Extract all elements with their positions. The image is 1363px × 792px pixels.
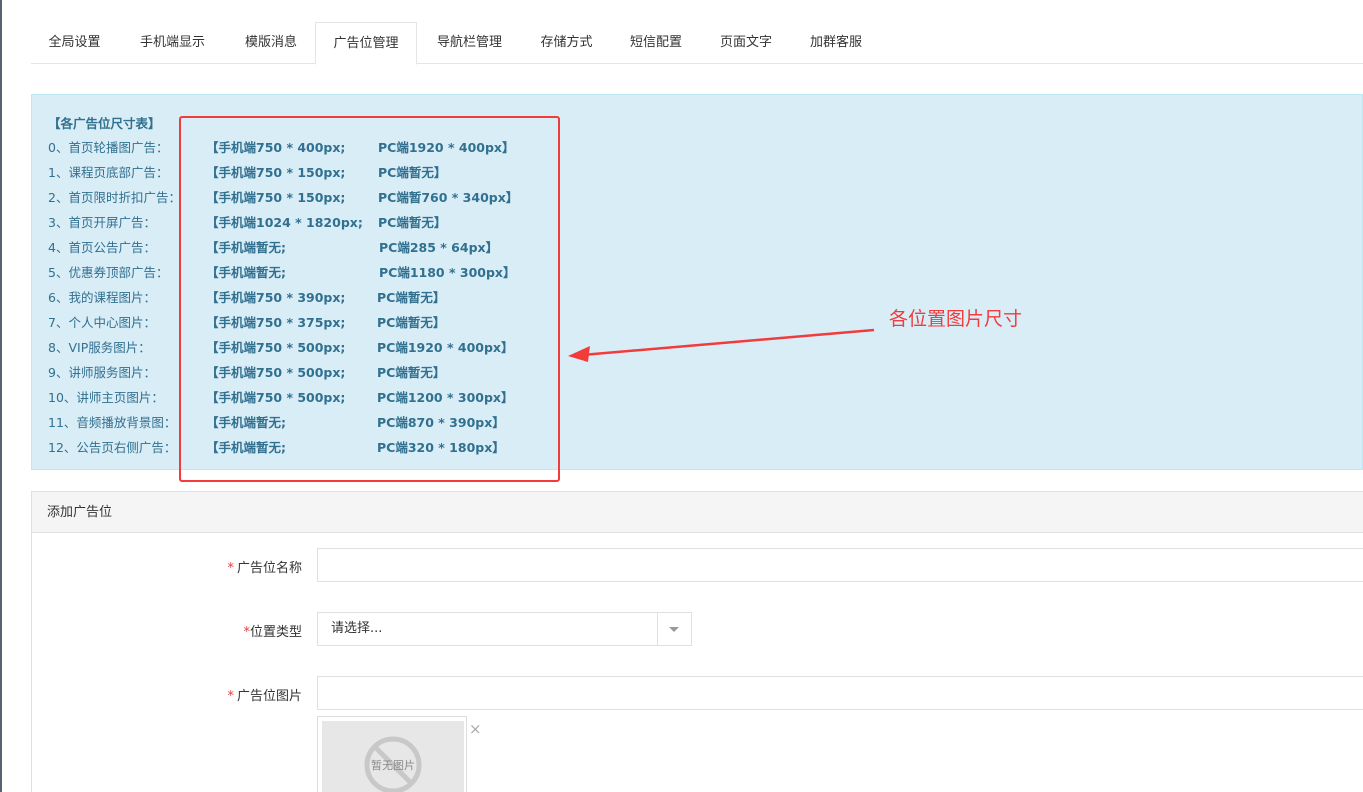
chevron-down-icon[interactable] — [669, 627, 679, 632]
tab-template-messages[interactable]: 模版消息 — [227, 22, 315, 64]
tab-page-text[interactable]: 页面文字 — [701, 22, 791, 64]
position-type-select[interactable]: 请选择... — [317, 612, 692, 646]
settings-tabs: 全局设置 手机端显示 模版消息 广告位管理 导航栏管理 存储方式 短信配置 页面… — [31, 22, 1363, 65]
size-row-label: 5、优惠券顶部广告： — [48, 265, 169, 280]
tab-sms-config[interactable]: 短信配置 — [611, 22, 701, 64]
size-row-label: 2、首页限时折扣广告： — [48, 190, 181, 205]
tab-group-service[interactable]: 加群客服 — [791, 22, 881, 64]
size-row-label: 1、课程页底部广告： — [48, 165, 169, 180]
position-type-label-text: 位置类型 — [249, 625, 302, 640]
size-row-label: 8、VIP服务图片： — [48, 340, 151, 355]
size-row-label: 7、个人中心图片： — [48, 315, 156, 330]
annotation-highlight-box — [179, 116, 560, 482]
size-row-label: 4、首页公告广告： — [48, 240, 156, 255]
ad-name-label-text: 广告位名称 — [236, 561, 302, 576]
size-table-title: 【各广告位尺寸表】 — [48, 116, 161, 131]
ad-image-label-text: 广告位图片 — [236, 689, 302, 704]
no-image-text: 暂无图片 — [371, 759, 415, 772]
ad-image-label: * 广告位图片 — [210, 685, 302, 704]
image-placeholder: 暂无图片 — [322, 721, 464, 792]
tab-storage[interactable]: 存储方式 — [522, 22, 611, 64]
position-type-selected: 请选择... — [331, 621, 383, 636]
select-divider — [657, 613, 658, 645]
annotation-text: 各位置图片尺寸 — [889, 308, 1023, 330]
no-image-icon: 暂无图片 — [364, 736, 422, 792]
panel-title: 添加广告位 — [32, 492, 1363, 533]
position-type-label: *位置类型 — [210, 621, 302, 640]
tab-ad-management[interactable]: 广告位管理 — [315, 22, 417, 65]
size-row-label: 0、首页轮播图广告： — [48, 140, 169, 155]
size-row-label: 9、讲师服务图片： — [48, 365, 156, 380]
annotation-arrow-icon — [568, 328, 875, 362]
ad-name-input[interactable] — [317, 548, 1363, 582]
add-ad-panel: 添加广告位 — [31, 491, 1363, 792]
tab-global-settings[interactable]: 全局设置 — [31, 22, 118, 64]
size-row-label: 3、首页开屏广告： — [48, 215, 156, 230]
tab-nav-management[interactable]: 导航栏管理 — [417, 22, 522, 64]
required-mark: * — [227, 561, 234, 576]
size-row-label: 6、我的课程图片： — [48, 290, 156, 305]
required-mark: * — [227, 689, 234, 704]
size-row-label: 11、音频播放背景图： — [48, 415, 177, 430]
ad-name-label: * 广告位名称 — [210, 557, 302, 576]
size-row-label: 12、公告页右侧广告： — [48, 440, 177, 455]
ad-image-input[interactable] — [317, 676, 1363, 710]
window-left-edge — [0, 0, 2, 792]
image-preview[interactable]: 暂无图片 — [317, 716, 467, 792]
tab-mobile-display[interactable]: 手机端显示 — [118, 22, 227, 64]
remove-image-close-icon[interactable]: × — [469, 720, 482, 738]
size-row-label: 10、讲师主页图片： — [48, 390, 164, 405]
